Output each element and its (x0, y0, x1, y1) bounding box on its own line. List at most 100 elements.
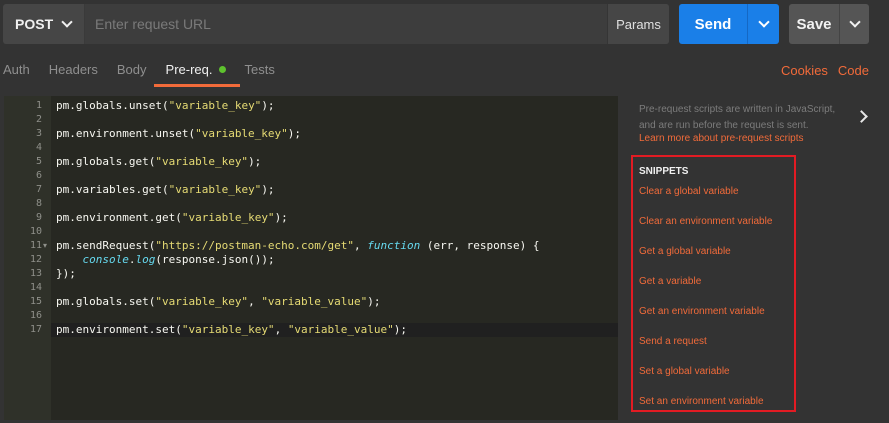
tab-label: Headers (48, 62, 98, 77)
code-line: pm.globals.get("variable_key"); (56, 155, 261, 168)
code-text: ); (248, 155, 262, 168)
line-number: 9 (35, 212, 42, 223)
tab-label: Auth (3, 62, 30, 77)
line-number: 14 (29, 282, 42, 293)
fold-arrow-icon[interactable]: ▾ (43, 241, 47, 250)
status-dot-icon (218, 66, 226, 73)
send-button[interactable]: Send (679, 4, 747, 44)
method-label: POST (15, 16, 54, 32)
code-line: console.log(response.json()); (56, 253, 275, 266)
code-line: pm.globals.set("variable_key", "variable… (56, 295, 381, 308)
code-text: (err, response) { (420, 239, 540, 252)
code-line: }); (56, 267, 76, 280)
line-number: 3 (35, 128, 42, 139)
code-text: ); (274, 211, 288, 224)
send-split-button: Send (679, 4, 779, 44)
code-line: pm.globals.unset("variable_key"); (56, 99, 275, 112)
snippet-link[interactable]: Get a global variable (639, 246, 731, 257)
snippet-link[interactable]: Set a global variable (639, 366, 730, 377)
save-options-button[interactable] (839, 4, 869, 44)
chevron-down-icon (848, 16, 861, 28)
code-text: , (274, 323, 288, 336)
code-string: "variable_key" (155, 295, 249, 308)
params-button[interactable]: Params (607, 4, 669, 44)
code-keyword: function (367, 239, 421, 252)
line-number: 17 (29, 324, 42, 335)
line-number: 12 (29, 254, 42, 265)
pre-request-description: Pre-request scripts are written in JavaS… (639, 104, 836, 131)
code-string: "https://postman-echo.com/get" (155, 239, 355, 252)
code-text: , (248, 295, 262, 308)
snippet-link[interactable]: Send a request (639, 336, 707, 347)
collapse-sidebar-icon[interactable] (855, 110, 868, 123)
code-text: ); (367, 295, 381, 308)
line-number: 4 (35, 142, 42, 153)
chevron-down-icon (757, 16, 770, 28)
line-number: 10 (29, 226, 42, 237)
code-text: ); (287, 127, 302, 140)
line-number: 8 (35, 198, 42, 209)
code-editor[interactable]: 1 2 3 4 5 6 7 8 9 10 11 12 13 14 15 16 17 ▾ pm.globals.uns… (4, 96, 618, 420)
cookies-link[interactable]: Cookies (781, 63, 828, 78)
line-number: 7 (35, 184, 42, 195)
code-text: pm.globals.unset( (56, 99, 169, 112)
code-line: pm.environment.get("variable_key"); (56, 211, 288, 224)
line-number: 16 (29, 310, 42, 321)
tab-auth[interactable]: Auth (3, 56, 30, 86)
line-number: 15 (29, 296, 42, 307)
code-text: ); (393, 323, 408, 336)
code-string: "variable_key" (181, 323, 275, 336)
snippet-link[interactable]: Get an environment variable (639, 306, 765, 317)
code-text: pm.globals.get( (56, 155, 156, 168)
code-string: "variable_key" (168, 183, 262, 196)
code-link[interactable]: Code (838, 63, 869, 78)
tab-label: Tests (244, 62, 275, 77)
snippet-link[interactable]: Clear a global variable (639, 186, 739, 197)
right-links: Cookies Code (781, 63, 869, 78)
code-text: (response.json()); (155, 253, 275, 266)
code-string: "variable_key" (195, 127, 288, 140)
code-text: ); (261, 183, 275, 196)
code-text: pm.globals.set( (56, 295, 156, 308)
code-text: }); (56, 267, 76, 280)
snippets-panel: SNIPPETS Clear a global variable Clear an… (631, 155, 796, 412)
code-line: pm.environment.unset("variable_key"); (56, 127, 301, 140)
tab-tests[interactable]: Tests (245, 56, 275, 86)
request-tabs: Auth Headers Body Pre-req. Tests (0, 56, 294, 87)
line-number: 2 (35, 114, 42, 125)
line-number: 5 (35, 156, 42, 167)
line-number: 1 (35, 100, 42, 111)
tab-headers[interactable]: Headers (49, 56, 98, 86)
code-keyword: log (135, 253, 156, 266)
learn-more-link[interactable]: Learn more about pre-request scripts (639, 133, 804, 144)
send-options-button[interactable] (747, 4, 779, 44)
code-text: ); (261, 99, 275, 112)
code-line: pm.sendRequest("https://postman-echo.com… (56, 239, 539, 252)
request-url-input[interactable] (85, 4, 607, 44)
line-number: 6 (35, 170, 42, 181)
snippet-link[interactable]: Set an environment variable (639, 396, 764, 407)
save-button[interactable]: Save (789, 4, 839, 44)
tab-label: Body (116, 62, 147, 77)
code-text: pm.sendRequest( (56, 239, 156, 252)
snippet-link[interactable]: Clear an environment variable (639, 216, 772, 227)
method-dropdown[interactable]: POST (3, 4, 85, 44)
code-string: "variable_key" (168, 99, 262, 112)
chevron-down-icon (61, 16, 73, 28)
tab-body[interactable]: Body (117, 56, 147, 86)
code-text: pm.environment.get( (56, 211, 182, 224)
code-line: pm.variables.get("variable_key"); (56, 183, 275, 196)
line-number: 13 (29, 268, 42, 279)
save-split-button: Save (789, 4, 869, 44)
code-string: "variable_key" (155, 155, 249, 168)
code-line: pm.environment.set("variable_key", "vari… (56, 323, 407, 336)
snippet-link[interactable]: Get a variable (639, 276, 701, 287)
code-string: "variable_key" (181, 211, 275, 224)
code-string: "variable_value" (261, 295, 368, 308)
code-keyword: console (82, 253, 129, 266)
code-text: pm.environment.unset( (56, 127, 196, 140)
request-bar: POST Params (3, 4, 669, 44)
code-text: pm.environment.set( (56, 323, 182, 336)
tab-pre-request[interactable]: Pre-req. (153, 56, 240, 87)
